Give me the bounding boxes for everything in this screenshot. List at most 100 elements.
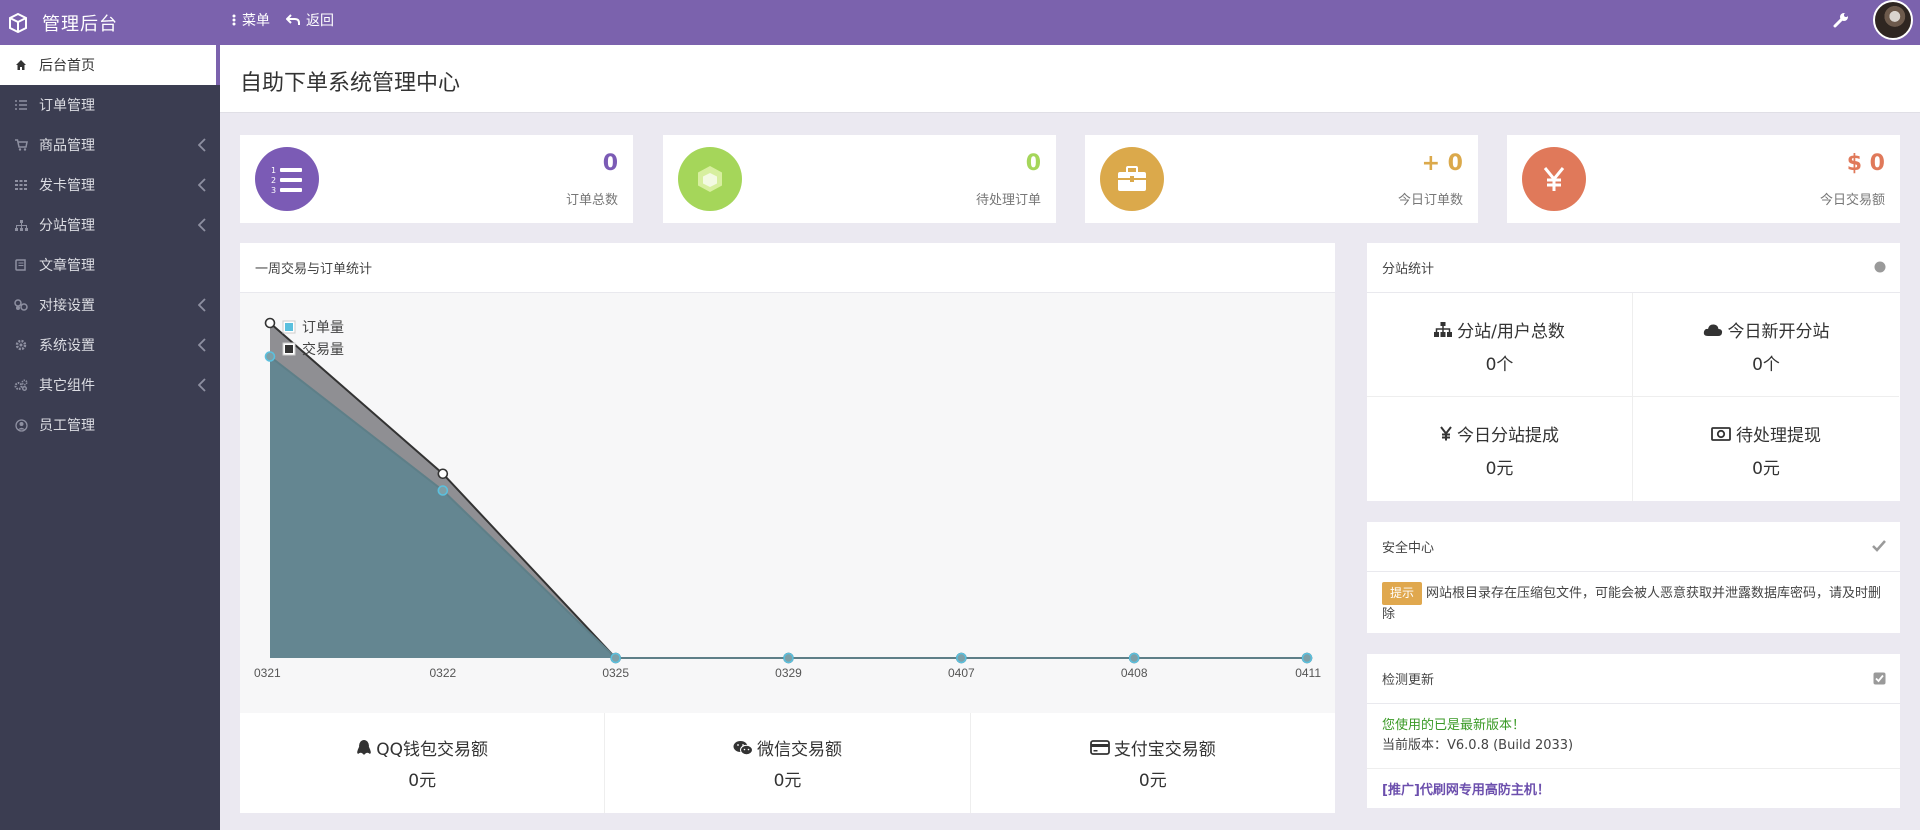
- stat-card-today-orders[interactable]: + 0 今日订单数: [1085, 135, 1478, 223]
- cogs-icon: [13, 377, 29, 393]
- back-button[interactable]: 返回: [286, 10, 334, 30]
- grid-icon: [13, 177, 29, 193]
- sidebar-item-label: 其它组件: [39, 378, 95, 394]
- data-point: [264, 317, 276, 329]
- chevron-left-icon: [198, 378, 206, 392]
- sidebar-item-home[interactable]: 后台首页: [0, 45, 220, 85]
- weekly-chart: 0321 0322 0325 0329 0407 0408 0411 订单量交易量: [254, 317, 1321, 680]
- cart-icon: [13, 137, 29, 153]
- substation-commission[interactable]: 今日分站提成 0元: [1367, 397, 1633, 501]
- check-icon[interactable]: [1872, 540, 1886, 552]
- substation-withdraw[interactable]: 待处理提现 0元: [1633, 397, 1899, 501]
- sidebar-item-orders[interactable]: 订单管理: [0, 85, 220, 125]
- stat-value: $ 0: [1846, 151, 1885, 176]
- x-tick-label: 0322: [429, 666, 456, 680]
- x-tick-label: 0411: [1295, 666, 1321, 680]
- substation-label: 今日新开分站: [1727, 322, 1830, 342]
- substation-label: 今日分站提成: [1457, 426, 1559, 446]
- panel-title: 一周交易与订单统计: [240, 243, 1335, 293]
- x-tick-label: 0329: [775, 666, 802, 680]
- substation-total[interactable]: 分站/用户总数 0个: [1367, 293, 1633, 397]
- back-label: 返回: [306, 13, 334, 29]
- list-icon: [13, 97, 29, 113]
- brand[interactable]: 管理后台: [8, 0, 118, 45]
- data-point: [956, 652, 967, 664]
- menu-button[interactable]: 菜单: [232, 10, 270, 30]
- stat-card-total-orders[interactable]: 1 2 3 0 订单总数: [240, 135, 633, 223]
- sidebar-item-label: 分站管理: [39, 218, 95, 234]
- panel-title: 安全中心: [1382, 541, 1435, 556]
- cloud-icon: [1703, 323, 1722, 336]
- legend-label: 交易量: [302, 341, 344, 357]
- chevron-left-icon: [198, 178, 206, 192]
- panel-header: 安全中心: [1367, 522, 1900, 572]
- sidebar-item-cards[interactable]: 发卡管理: [0, 165, 220, 205]
- panel-header: 检测更新: [1367, 654, 1900, 704]
- cube-icon: [9, 12, 27, 33]
- sidebar-item-settings[interactable]: 系统设置: [0, 325, 220, 365]
- list-ol-icon: 1 2 3: [255, 147, 319, 211]
- legend-swatch: [285, 323, 293, 331]
- panel-title: 分站统计: [1382, 262, 1435, 277]
- security-panel: 安全中心 提示 网站根目录存在压缩包文件，可能会被人恶意获取并泄露数据库密码，请及…: [1367, 522, 1900, 633]
- x-tick-label: 0408: [1121, 666, 1148, 680]
- payment-label: 微信交易额: [756, 740, 842, 760]
- top-nav: 菜单 返回: [232, 0, 350, 40]
- stat-card-pending-orders[interactable]: 0 待处理订单: [663, 135, 1056, 223]
- substation-value: 0元: [1752, 459, 1780, 479]
- check-square-icon[interactable]: [1873, 672, 1886, 685]
- substation-grid: 分站/用户总数 0个 今日新开分站 0个 今日分站提成 0元 待处理提现 0元: [1367, 293, 1900, 501]
- legend-label: 订单量: [302, 319, 344, 335]
- credit-card-icon: [1089, 740, 1110, 755]
- sidebar-item-label: 系统设置: [39, 338, 95, 354]
- legend-swatch: [285, 345, 293, 353]
- sidebar-item-substations[interactable]: 分站管理: [0, 205, 220, 245]
- substation-label: 分站/用户总数: [1457, 322, 1565, 342]
- avatar[interactable]: [1873, 0, 1913, 40]
- update-info: 您使用的已是最新版本！ 当前版本：V6.0.8 (Build 2033): [1367, 704, 1900, 756]
- substation-label: 待处理提现: [1736, 426, 1821, 446]
- substation-value: 0元: [1485, 459, 1514, 479]
- x-tick-label: 0407: [948, 666, 975, 680]
- sidebar-item-staff[interactable]: 员工管理: [0, 405, 220, 445]
- payment-stats: QQ钱包交易额 0元 微信交易额 0元 支付宝交易额 0元: [240, 713, 1335, 813]
- sidebar-item-articles[interactable]: 文章管理: [0, 245, 220, 285]
- notice-text: 网站根目录存在压缩包文件，可能会被人恶意获取并泄露数据库密码，请及时删除: [1382, 586, 1882, 622]
- security-notice: 提示 网站根目录存在压缩包文件，可能会被人恶意获取并泄露数据库密码，请及时删除: [1367, 572, 1900, 634]
- payment-stat-wechat[interactable]: 微信交易额 0元: [605, 713, 971, 813]
- weekly-stats-panel: 一周交易与订单统计 0321 0322 0325 0329 0407 0408 0411 订单…: [240, 243, 1335, 813]
- brand-title: 管理后台: [42, 13, 118, 35]
- chevron-left-icon: [198, 338, 206, 352]
- user-icon: [13, 417, 29, 433]
- payment-stat-alipay[interactable]: 支付宝交易额 0元: [971, 713, 1335, 813]
- yen-icon: [1522, 147, 1586, 211]
- sidebar-item-label: 员工管理: [39, 418, 95, 434]
- data-point: [610, 652, 621, 664]
- sidebar-item-products[interactable]: 商品管理: [0, 125, 220, 165]
- substation-value: 0个: [1752, 355, 1780, 375]
- sidebar-item-components[interactable]: 其它组件: [0, 365, 220, 405]
- stat-value: 0: [1025, 151, 1041, 176]
- data-point: [437, 468, 449, 480]
- chevron-left-icon: [198, 218, 206, 232]
- circle-icon[interactable]: [1874, 261, 1886, 273]
- promo-link[interactable]: [推广]代刷网专用高防主机！: [1367, 768, 1900, 808]
- substation-new-today[interactable]: 今日新开分站 0个: [1633, 293, 1899, 397]
- chart-area: 0321 0322 0325 0329 0407 0408 0411 订单量 交易量: [240, 293, 1335, 713]
- briefcase-icon: [1100, 147, 1164, 211]
- stat-card-today-revenue[interactable]: $ 0 今日交易额: [1507, 135, 1900, 223]
- update-status: 您使用的已是最新版本！: [1382, 718, 1526, 733]
- payment-stat-qq[interactable]: QQ钱包交易额 0元: [240, 713, 606, 813]
- data-point: [437, 485, 449, 496]
- data-point: [1301, 652, 1313, 664]
- sidebar-item-integration[interactable]: 对接设置: [0, 285, 220, 325]
- wrench-icon[interactable]: [1833, 12, 1849, 28]
- sidebar-item-label: 后台首页: [39, 58, 95, 74]
- svg-text:1: 1: [271, 166, 276, 175]
- money-icon: [1711, 426, 1731, 441]
- sidebar-item-label: 对接设置: [39, 298, 95, 314]
- update-panel: 检测更新 您使用的已是最新版本！ 当前版本：V6.0.8 (Build 2033…: [1367, 654, 1900, 808]
- sidebar-item-label: 订单管理: [39, 98, 95, 114]
- yen-icon: [1440, 426, 1452, 441]
- svg-text:3: 3: [271, 186, 276, 194]
